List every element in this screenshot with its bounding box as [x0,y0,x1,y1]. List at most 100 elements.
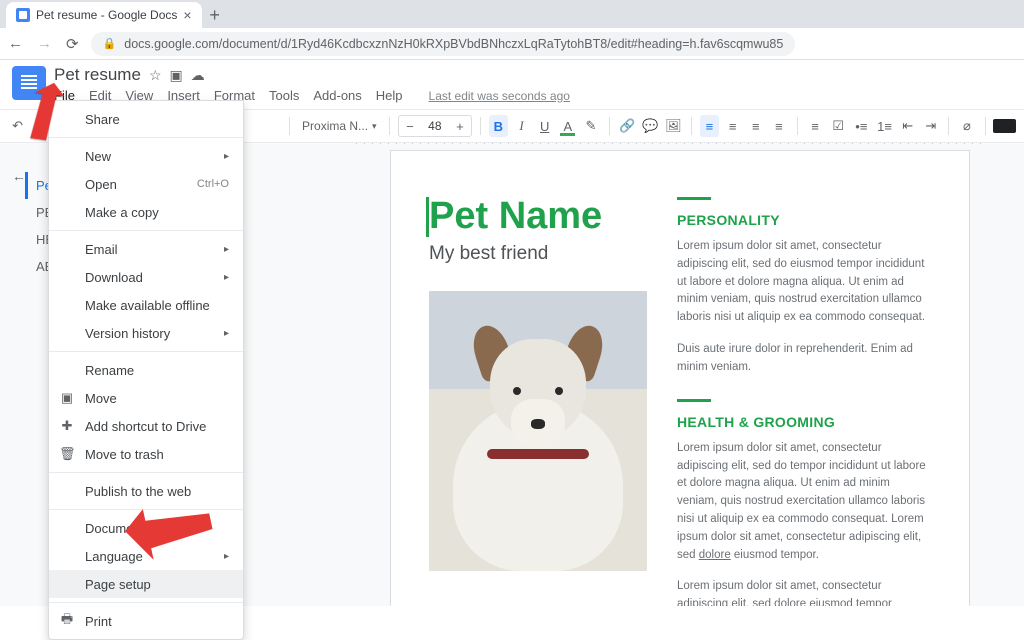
subtitle[interactable]: My best friend [429,243,647,265]
menu-item-label: Language [85,549,143,564]
file-menu-make-available-offline[interactable]: Make available offline [49,291,243,319]
file-menu-new[interactable]: New▸ [49,142,243,170]
file-menu-version-history[interactable]: Version history ▸ [49,319,243,347]
decrease-font-icon[interactable]: − [399,115,421,137]
insert-link-icon[interactable]: 🔗 [617,115,636,137]
bulleted-list-icon[interactable]: •≡ [852,115,871,137]
italic-button[interactable]: I [512,115,531,137]
menu-separator [49,351,243,352]
menu-help[interactable]: Help [376,88,403,103]
menu-item-label: Document details [85,521,185,536]
menu-item-label: Rename [85,363,134,378]
file-menu-add-shortcut-to-drive[interactable]: ✚Add shortcut to Drive [49,412,243,440]
section-paragraph[interactable]: Lorem ipsum dolor sit amet, consectetur … [677,238,931,327]
menu-separator [49,509,243,510]
pet-photo[interactable] [429,291,647,571]
folder-icon: ▣ [59,390,75,406]
menu-item-label: Move [85,391,117,406]
browser-tab[interactable]: Pet resume - Google Docs × [6,2,202,28]
menu-item-label: Publish to the web [85,484,191,499]
increase-font-icon[interactable]: + [449,115,471,137]
section-paragraph[interactable]: Lorem ipsum dolor sit amet, consectetur … [677,440,931,565]
reload-icon[interactable]: ⟳ [66,35,79,53]
move-icon[interactable]: ▣ [170,67,183,84]
menu-tools[interactable]: Tools [269,88,299,103]
file-menu-print[interactable]: 🖶Print [49,607,243,635]
file-menu-rename[interactable]: Rename [49,356,243,384]
decrease-indent-icon[interactable]: ⇤ [898,115,917,137]
file-menu-page-setup[interactable]: Page setup [49,570,243,598]
align-center-icon[interactable]: ≡ [723,115,742,137]
menu-separator [49,602,243,603]
file-menu-open[interactable]: OpenCtrl+O [49,170,243,198]
tab-title: Pet resume - Google Docs [36,8,177,22]
file-menu-move-to-trash[interactable]: 🗑Move to trash [49,440,243,468]
section-paragraph[interactable]: Lorem ipsum dolor sit amet, consectetur … [677,578,931,606]
clear-formatting-icon[interactable]: ⌀ [957,115,976,137]
align-justify-icon[interactable]: ≡ [769,115,788,137]
star-icon[interactable]: ☆ [149,67,162,84]
file-menu-make-a-copy[interactable]: Make a copy [49,198,243,226]
browser-tab-strip: Pet resume - Google Docs × + [0,0,1024,28]
submenu-caret-icon: ▸ [224,272,229,283]
redaction-bar [993,119,1016,133]
insert-comment-icon[interactable]: 💬 [641,115,660,137]
align-left-icon[interactable]: ≡ [700,115,719,137]
file-menu-document-details[interactable]: Document details [49,514,243,542]
line-spacing-icon[interactable]: ≡ [805,115,824,137]
heading-pet-name[interactable]: Pet Name [426,197,647,237]
submenu-caret-icon: ▸ [224,551,229,562]
outline-back-icon[interactable]: ← [12,168,26,184]
menu-shortcut: Ctrl+O [197,178,229,190]
menu-addons[interactable]: Add-ons [313,88,361,103]
increase-indent-icon[interactable]: ⇥ [921,115,940,137]
underline-button[interactable]: U [535,115,554,137]
menu-item-label: Share [85,112,120,127]
section-heading-health[interactable]: HEALTH & GROOMING [677,414,931,430]
section-heading-personality[interactable]: PERSONALITY [677,212,931,228]
file-menu-language[interactable]: Language ▸ [49,542,243,570]
section-paragraph[interactable]: Duis aute irure dolor in reprehenderit. … [677,341,931,377]
document-title[interactable]: Pet resume [54,65,141,85]
file-menu-move[interactable]: ▣ Move [49,384,243,412]
url-text: docs.google.com/document/d/1Ryd46Kcdbcxz… [124,37,783,51]
undo-icon[interactable]: ↶ [8,115,27,137]
file-menu-email[interactable]: Email▸ [49,235,243,263]
last-edit-status[interactable]: Last edit was seconds ago [429,89,570,103]
font-size-stepper[interactable]: − 48 + [398,115,472,137]
submenu-caret-icon: ▸ [224,328,229,339]
menu-item-label: Add shortcut to Drive [85,419,206,434]
address-bar: ← → ⟳ 🔒 docs.google.com/document/d/1Ryd4… [0,28,1024,60]
menu-separator [49,137,243,138]
file-menu-download[interactable]: Download▸ [49,263,243,291]
insert-image-icon[interactable]: 🖼 [664,115,683,137]
menu-separator [49,230,243,231]
forward-icon[interactable]: → [37,35,52,53]
menu-item-label: Version history [85,326,170,341]
font-size-value[interactable]: 48 [421,119,449,133]
menu-item-label: Email [85,242,118,257]
close-tab-icon[interactable]: × [183,8,191,22]
menu-item-label: Page setup [85,577,151,592]
bold-button[interactable]: B [489,115,508,137]
google-docs-logo-icon[interactable] [12,66,46,100]
submenu-caret-icon: ▸ [224,151,229,162]
menu-item-label: Move to trash [85,447,164,462]
url-field[interactable]: 🔒 docs.google.com/document/d/1Ryd46Kcdbc… [91,32,796,56]
text-color-button[interactable]: A [558,115,577,137]
document-page[interactable]: Pet Name My best friend PERSONALITY Lore… [390,150,970,606]
numbered-list-icon[interactable]: 1≡ [875,115,894,137]
section-rule [677,197,711,200]
menu-item-label: Make available offline [85,298,210,313]
file-menu-publish-to-the-web[interactable]: Publish to the web [49,477,243,505]
cloud-status-icon[interactable]: ☁ [191,67,205,84]
menu-separator [49,472,243,473]
new-tab-button[interactable]: + [202,2,228,28]
align-right-icon[interactable]: ≡ [746,115,765,137]
back-icon[interactable]: ← [8,35,23,53]
checklist-icon[interactable]: ☑ [829,115,848,137]
highlight-button[interactable]: ✎ [581,115,600,137]
font-family-select[interactable]: Proxima N... ▾ [298,115,381,137]
menu-item-label: Make a copy [85,205,159,220]
file-menu-share[interactable]: Share [49,105,243,133]
